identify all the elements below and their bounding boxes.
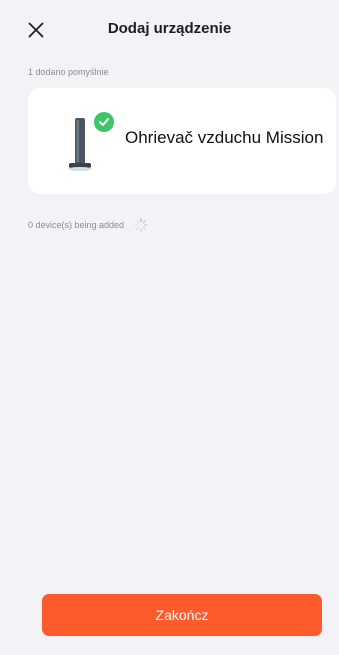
close-button[interactable] — [22, 16, 50, 44]
device-name: Ohrievač vzduchu Mission — [125, 128, 324, 147]
close-icon — [28, 22, 44, 38]
page-title: Dodaj urządzenie — [107, 20, 232, 37]
tower-heater-icon — [68, 118, 92, 171]
check-icon — [99, 118, 109, 126]
spinner-icon — [134, 218, 148, 232]
success-check-badge — [94, 112, 114, 132]
adding-status-row: 0 device(s) being added — [28, 218, 148, 232]
adding-count-label: 0 device(s) being added — [28, 220, 125, 230]
finish-button[interactable]: Zakończ — [42, 594, 322, 636]
device-card[interactable]: Ohrievač vzduchu Mission — [28, 88, 336, 194]
header-bar: Dodaj urządzenie — [0, 0, 339, 58]
success-count-label: 1 dodano pomyślnie — [28, 67, 109, 77]
